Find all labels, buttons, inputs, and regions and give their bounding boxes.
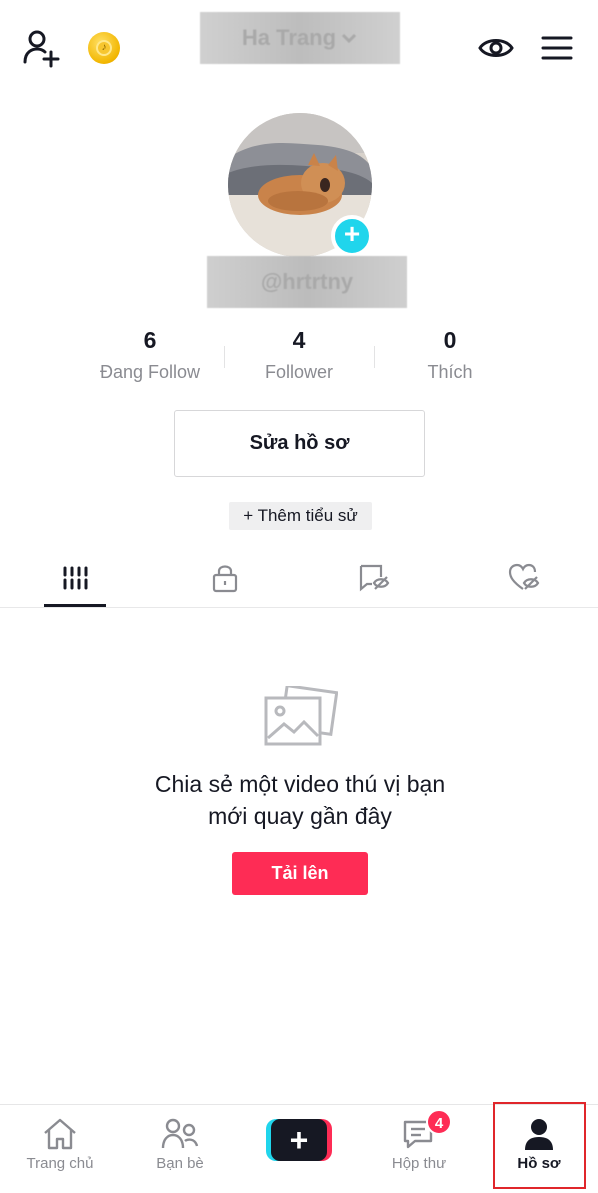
following-stat[interactable]: 6 Đang Follow (75, 324, 225, 383)
upload-button[interactable]: Tải lên (232, 852, 368, 895)
create-button[interactable]: + (266, 1119, 332, 1161)
username-text: Ha Trang (241, 25, 337, 50)
edit-profile-button[interactable]: Sửa hồ sơ (174, 410, 425, 477)
top-bar: ♪ Ha Trang (0, 0, 598, 96)
tab-liked[interactable] (449, 548, 598, 608)
handle-text: @hrtrtny (260, 269, 354, 294)
photo-placeholder-icon (262, 684, 339, 752)
home-icon (44, 1118, 76, 1150)
add-bio-button[interactable]: + Thêm tiểu sử (229, 502, 372, 530)
chevron-down-icon (342, 33, 357, 44)
friends-icon (161, 1118, 199, 1149)
nav-friends-label: Bạn bè (156, 1155, 204, 1172)
nav-profile[interactable]: Hồ sơ (479, 1102, 598, 1193)
menu-icon[interactable] (540, 30, 574, 66)
tab-private[interactable] (150, 548, 300, 608)
hidden-repost-icon (359, 564, 390, 592)
hidden-heart-icon (508, 563, 540, 590)
nav-home[interactable]: Trang chủ (0, 1105, 120, 1193)
nav-inbox[interactable]: 4 Hộp thư (359, 1105, 479, 1193)
empty-state-line1: Chia sẻ một video thú vị bạn (154, 771, 446, 797)
grid-icon (63, 566, 88, 590)
nav-inbox-label: Hộp thư (391, 1155, 447, 1172)
add-user-icon[interactable] (20, 26, 64, 70)
active-tab-indicator (44, 604, 106, 607)
bottom-nav: Trang chủ Bạn bè + 4 Hộp thư Hồ sơ (0, 1102, 598, 1193)
likes-count: 0 (443, 327, 457, 353)
profile-tabs (0, 548, 598, 608)
tiktok-logo-icon: ♪ (96, 40, 112, 56)
username-dropdown[interactable]: Ha Trang (200, 12, 400, 64)
likes-label: Thích (427, 362, 473, 382)
profile-icon (525, 1119, 553, 1150)
follower-stat[interactable]: 4 Follower (224, 324, 374, 383)
user-handle: @hrtrtny (207, 256, 407, 308)
empty-state-line2: mới quay gần đây (208, 803, 392, 829)
following-count: 6 (143, 327, 157, 353)
follower-count: 4 (292, 327, 306, 353)
tab-videos[interactable] (0, 548, 150, 608)
inbox-badge: 4 (426, 1109, 452, 1135)
following-label: Đang Follow (99, 362, 201, 382)
follower-label: Follower (264, 362, 334, 382)
add-avatar-button[interactable]: + (331, 215, 373, 257)
lock-icon (212, 565, 238, 593)
nav-friends[interactable]: Bạn bè (120, 1105, 240, 1193)
plus-icon: + (271, 1119, 327, 1161)
coin-icon[interactable]: ♪ (88, 32, 120, 64)
eye-icon[interactable] (476, 30, 516, 66)
stats-row: 6 Đang Follow 4 Follower 0 Thích (0, 324, 598, 394)
nav-create[interactable]: + (239, 1105, 359, 1193)
nav-profile-label: Hồ sơ (517, 1155, 561, 1172)
likes-stat[interactable]: 0 Thích (375, 324, 525, 383)
nav-home-label: Trang chủ (26, 1155, 94, 1172)
empty-state-message: Chia sẻ một video thú vị bạn mới quay gầ… (100, 768, 500, 832)
tab-reposts[interactable] (299, 548, 449, 608)
